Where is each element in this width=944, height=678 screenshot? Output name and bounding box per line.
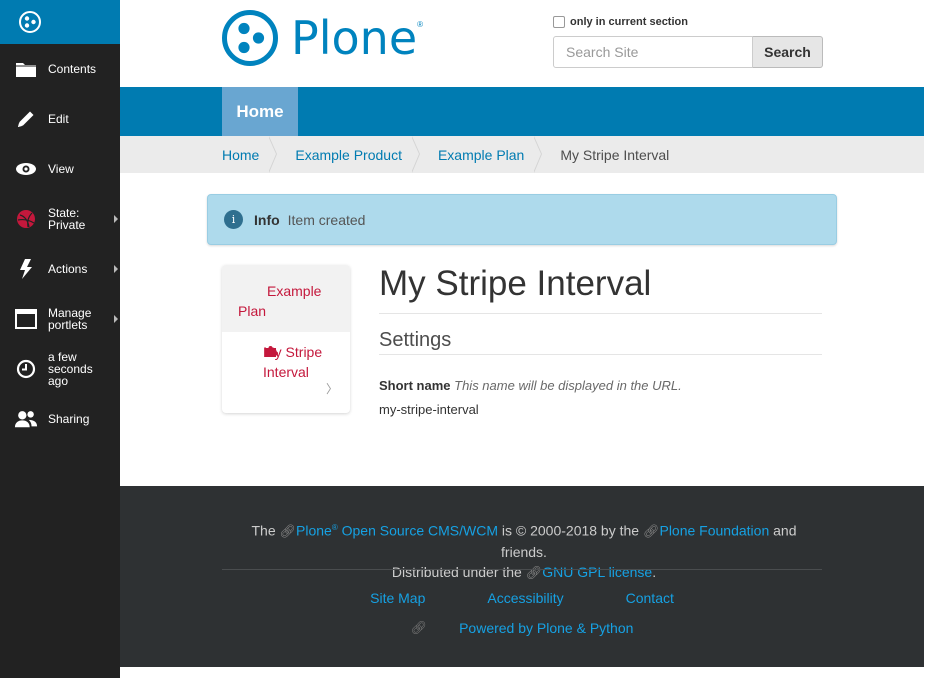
portlet-item-my-stripe-interval[interactable]: My Stripe Interval 〉: [222, 332, 350, 413]
search-area: only in current section Search Site Sear…: [553, 16, 823, 68]
footer-text-the: The: [251, 522, 276, 539]
current-section-checkbox[interactable]: [553, 16, 565, 28]
main-content: My Stripe Interval Settings Short name T…: [379, 262, 822, 417]
toolbar-state-label: State: Private: [48, 206, 86, 232]
breadcrumb-separator: [533, 136, 548, 173]
nav-tab-home[interactable]: Home: [222, 87, 298, 136]
footer-powered-link[interactable]: Powered by Plone & Python: [459, 620, 633, 636]
window-icon: [14, 307, 38, 331]
field-help: This name will be displayed in the URL.: [454, 378, 682, 393]
link-icon: 🔗︎: [525, 564, 543, 580]
footer-site-actions: Site Map Accessibility Contact: [120, 590, 924, 606]
footer-copyright: is © 2000-2018 by the: [501, 522, 640, 539]
toolbar-view-label: View: [48, 162, 74, 176]
toolbar-actions[interactable]: Actions: [0, 244, 120, 294]
site-logo[interactable]: Plone ®: [221, 9, 423, 67]
footer-link-contact[interactable]: Contact: [626, 590, 674, 606]
logo-text: Plone: [291, 11, 418, 65]
toolbar-sharing[interactable]: Sharing: [0, 394, 120, 444]
link-icon: 🔗︎: [410, 620, 428, 635]
toolbar-manage-portlets[interactable]: Manage portlets: [0, 294, 120, 344]
plone-logo-icon: [222, 10, 278, 66]
breadcrumb-link-example-plan[interactable]: Example Plan: [438, 147, 524, 163]
footer-divider: [222, 569, 822, 570]
breadcrumb-separator: [410, 136, 426, 173]
footer-foundation-link[interactable]: Plone Foundation: [659, 523, 769, 539]
footer-license-link[interactable]: GNU GPL license: [542, 564, 652, 580]
footer-link-site-map[interactable]: Site Map: [370, 590, 425, 606]
toolbar-logo[interactable]: [0, 0, 120, 44]
current-section-label: only in current section: [570, 16, 688, 28]
toolbar-contents[interactable]: Contents: [0, 44, 120, 94]
caret-right-icon: [114, 265, 118, 273]
footer-cms-link[interactable]: Open Source CMS/WCM: [342, 523, 498, 539]
footer-colophon: The 🔗︎Plone® Open Source CMS/WCM is © 20…: [120, 518, 924, 583]
toolbar-manage-portlets-label: Manage portlets: [48, 306, 92, 332]
status-message: i Info Item created: [207, 194, 837, 245]
breadcrumb-link-home[interactable]: Home: [222, 147, 259, 163]
site-header: Plone ® only in current section Search S…: [120, 0, 924, 87]
link-icon: 🔗︎: [642, 523, 660, 539]
chevron-right-icon: 〉: [325, 382, 338, 396]
status-text: Item created: [287, 211, 366, 228]
caret-right-icon: [114, 315, 118, 323]
page-title: My Stripe Interval: [379, 262, 822, 314]
toolbar-state[interactable]: State: Private: [0, 194, 120, 244]
footer-distributed: Distributed under the: [391, 563, 522, 580]
pencil-icon: [14, 107, 38, 131]
plone-logo-icon: [19, 11, 41, 33]
footer-link-accessibility[interactable]: Accessibility: [487, 590, 563, 606]
toolbar-history-label: a few seconds ago: [48, 350, 93, 388]
toolbar-history[interactable]: a few seconds ago: [0, 344, 120, 394]
clock-icon: [14, 357, 38, 381]
main-navigation: Home: [120, 87, 924, 136]
breadcrumb-link-example-product[interactable]: Example Product: [295, 147, 402, 163]
search-scope[interactable]: only in current section: [553, 16, 823, 28]
logo-registered-mark: ®: [417, 19, 424, 29]
info-icon: i: [224, 210, 243, 229]
field-value: my-stripe-interval: [379, 402, 479, 417]
toolbar-edit[interactable]: Edit: [0, 94, 120, 144]
breadcrumb-item: Home: [222, 136, 295, 173]
footer-powered-by: 🔗︎ Powered by Plone & Python: [120, 620, 924, 636]
breadcrumb: Home Example Product Example Plan My Str…: [120, 136, 924, 173]
status-label: Info: [254, 211, 280, 228]
toolbar-actions-label: Actions: [48, 262, 88, 276]
footer-plone-link[interactable]: Plone: [296, 523, 332, 539]
search-placeholder: Search Site: [566, 44, 639, 60]
section-heading: Settings: [379, 328, 822, 355]
footer-registered-mark: ®: [331, 523, 338, 532]
toolbar-sharing-label: Sharing: [48, 412, 90, 426]
search-input[interactable]: Search Site: [553, 36, 753, 68]
bolt-icon: [14, 257, 38, 281]
breadcrumb-item: Example Plan: [438, 136, 560, 173]
puzzle-icon: [265, 346, 278, 357]
site-footer: The 🔗︎Plone® Open Source CMS/WCM is © 20…: [120, 486, 924, 667]
breadcrumb-current: My Stripe Interval: [560, 147, 669, 163]
folder-icon: [14, 57, 38, 81]
search-button[interactable]: Search: [753, 36, 823, 68]
breadcrumb-separator: [268, 136, 283, 173]
state-icon: [14, 207, 38, 231]
caret-right-icon: [114, 215, 118, 223]
plone-toolbar: Contents Edit View State: Private Action…: [0, 0, 120, 678]
field-label-row: Short name This name will be displayed i…: [379, 378, 822, 393]
link-icon: 🔗︎: [279, 523, 297, 539]
toolbar-view[interactable]: View: [0, 144, 120, 194]
portlet-header-link[interactable]: Example Plan: [222, 265, 350, 332]
users-icon: [14, 407, 38, 431]
footer-period: .: [652, 563, 657, 580]
breadcrumb-item: Example Product: [295, 136, 438, 173]
eye-icon: [14, 157, 38, 181]
field-label: Short name: [379, 378, 451, 393]
breadcrumb-current-label: My Stripe Interval: [560, 146, 670, 163]
toolbar-contents-label: Contents: [48, 62, 97, 76]
navigation-portlet: Example Plan My Stripe Interval 〉: [222, 265, 350, 413]
toolbar-edit-label: Edit: [48, 112, 69, 126]
